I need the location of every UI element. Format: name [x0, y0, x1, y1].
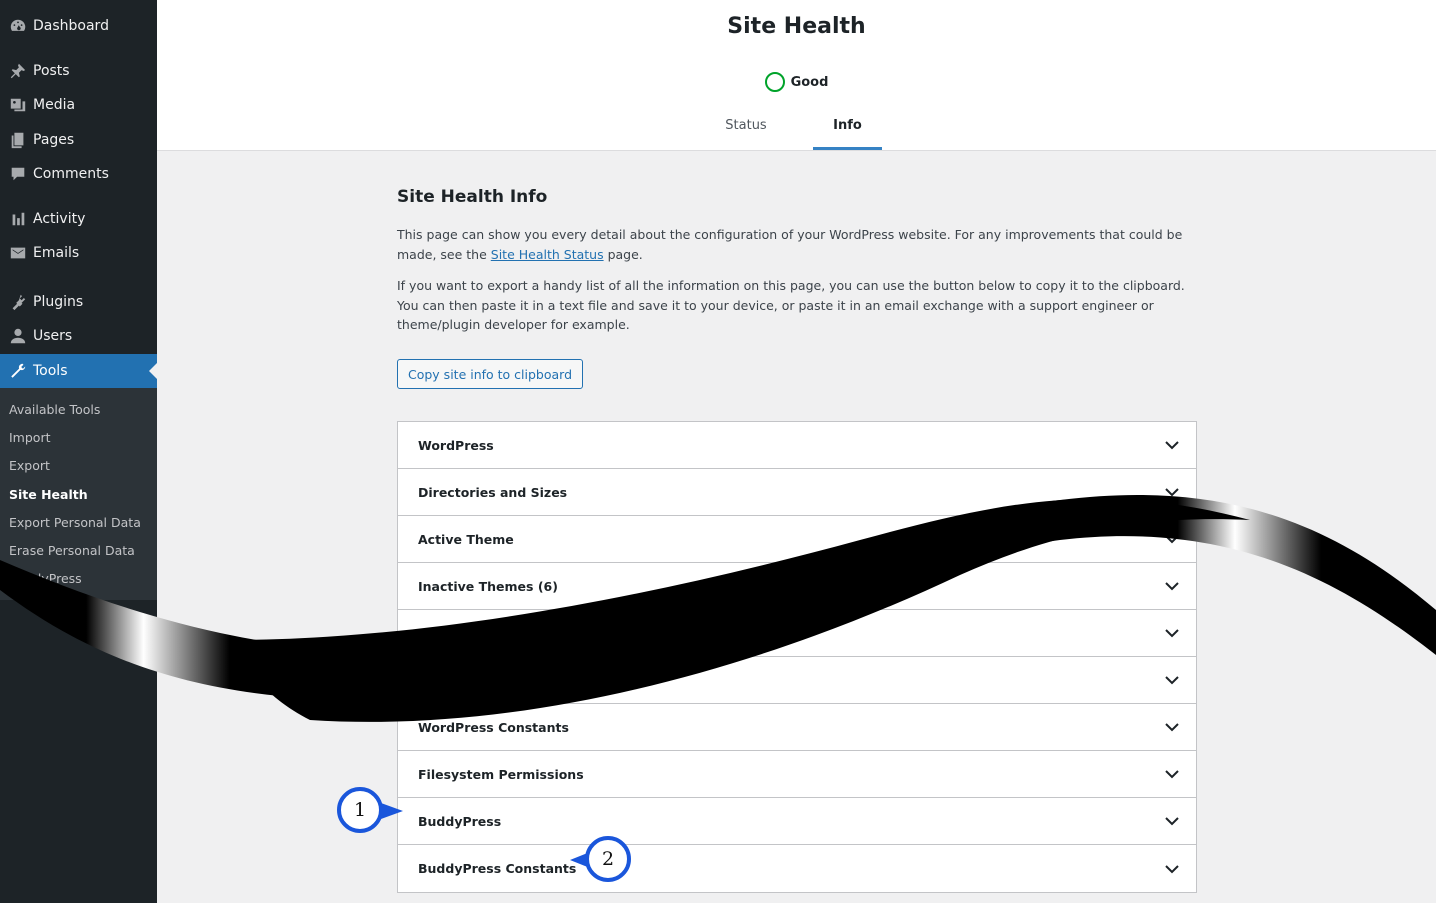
accordion-label: BuddyPress — [418, 813, 502, 829]
accordion-hidden-section[interactable] — [398, 657, 1196, 704]
menu-item-dashboard[interactable]: Dashboard — [0, 9, 157, 43]
health-status: Good — [157, 72, 1436, 92]
menu-label: Posts — [33, 63, 70, 79]
chevron-down-icon — [1164, 861, 1180, 877]
submenu-available-tools[interactable]: Available Tools — [0, 395, 157, 423]
menu-label: Comments — [33, 166, 109, 182]
wrench-icon — [0, 362, 33, 380]
menu-item-emails[interactable]: Emails — [0, 236, 157, 270]
site-health-status-link[interactable]: Site Health Status — [491, 247, 604, 262]
menu-item-media[interactable]: Media — [0, 88, 157, 122]
menu-label: Media — [33, 97, 76, 113]
submenu-buddypress[interactable]: BuddyPress — [0, 565, 157, 593]
menu-item-users[interactable]: Users — [0, 319, 157, 353]
mail-icon — [0, 244, 33, 262]
menu-item-comments[interactable]: Comments — [0, 157, 157, 191]
pin-icon — [0, 62, 33, 80]
accordion-label: WordPress Constants — [418, 719, 569, 735]
accordion-active-theme[interactable]: Active Theme — [398, 516, 1196, 563]
menu-label: Plugins — [33, 294, 84, 310]
menu-label: Emails — [33, 245, 80, 261]
page-title: Site Health — [727, 14, 866, 39]
accordion-buddypress[interactable]: BuddyPress — [398, 798, 1196, 845]
accordion-label: WordPress — [418, 437, 494, 453]
status-circle-icon — [764, 72, 785, 92]
menu-label: Users — [33, 328, 73, 344]
tab-status[interactable]: Status — [708, 104, 784, 150]
menu-label: Pages — [33, 132, 75, 148]
export-paragraph: If you want to export a handy list of al… — [397, 278, 1185, 332]
accordion-label: Filesystem Permissions — [418, 766, 584, 782]
accordion-wordpress[interactable]: WordPress — [398, 422, 1196, 469]
menu-label: Dashboard — [33, 18, 109, 34]
chevron-down-icon — [1164, 672, 1180, 688]
copy-site-info-button[interactable]: Copy site info to clipboard — [397, 359, 584, 389]
submenu-erase-personal-data[interactable]: Erase Personal Data — [0, 536, 157, 564]
accordion-directories-sizes[interactable]: Directories and Sizes — [398, 469, 1196, 516]
accordion-label: Directories and Sizes — [418, 484, 568, 500]
accordion-wordpress-constants[interactable]: WordPress Constants — [398, 704, 1196, 751]
accordion-inactive-themes[interactable]: Inactive Themes (6) — [398, 563, 1196, 610]
status-label: Good — [790, 74, 829, 90]
menu-label: Activity — [33, 211, 86, 227]
chevron-down-icon — [1164, 719, 1180, 735]
chevron-down-icon — [1164, 813, 1180, 829]
media-icon — [0, 96, 33, 114]
accordion-active-plugins[interactable]: Active Plugins (1) — [398, 610, 1196, 657]
accordion-label: Inactive Themes (6) — [418, 578, 558, 594]
accordion-label: Active Plugins (1) — [418, 625, 543, 641]
tab-info[interactable]: Info — [813, 104, 882, 150]
callout-1-badge: 1 — [337, 787, 383, 833]
dashboard-icon — [0, 17, 33, 35]
site-health-header: Site Health Good Status Info — [157, 0, 1436, 151]
menu-item-posts[interactable]: Posts — [0, 54, 157, 88]
accordion-filesystem-permissions[interactable]: Filesystem Permissions — [398, 751, 1196, 798]
menu-item-pages[interactable]: Pages — [0, 123, 157, 157]
submenu-site-health[interactable]: Site Health — [0, 480, 157, 508]
accordion-label: BuddyPress Constants — [418, 861, 577, 876]
user-icon — [0, 327, 33, 345]
accordion-label: Active Theme — [418, 531, 514, 547]
chevron-down-icon — [1164, 766, 1180, 782]
chevron-down-icon — [1164, 531, 1180, 547]
section-title: Site Health Info — [397, 187, 548, 207]
tools-submenu: Available Tools Import Export Site Healt… — [0, 388, 157, 600]
menu-label: Tools — [33, 363, 68, 379]
menu-item-activity[interactable]: Activity — [0, 202, 157, 236]
info-accordion: WordPress Directories and Sizes Active T… — [397, 421, 1197, 893]
submenu-export[interactable]: Export — [0, 452, 157, 480]
callout-2-badge: 2 — [585, 836, 631, 882]
menu-item-tools[interactable]: Tools — [0, 354, 157, 388]
chevron-down-icon — [1164, 625, 1180, 641]
pages-icon — [0, 131, 33, 149]
callout-1-pointer — [381, 803, 403, 819]
chevron-down-icon — [1164, 484, 1180, 500]
accordion-buddypress-constants[interactable]: BuddyPress Constants — [398, 845, 1196, 892]
submenu-import[interactable]: Import — [0, 423, 157, 451]
admin-sidebar: Dashboard Posts Media Pages Comments Act… — [0, 0, 157, 903]
menu-item-plugins[interactable]: Plugins — [0, 285, 157, 319]
comment-icon — [0, 165, 33, 183]
chevron-down-icon — [1164, 578, 1180, 594]
submenu-export-personal-data[interactable]: Export Personal Data — [0, 508, 157, 536]
intro-paragraph: This page can show you every detail abou… — [397, 227, 1183, 262]
chevron-down-icon — [1164, 437, 1180, 453]
plugin-icon — [0, 293, 33, 311]
activity-icon — [0, 210, 33, 228]
